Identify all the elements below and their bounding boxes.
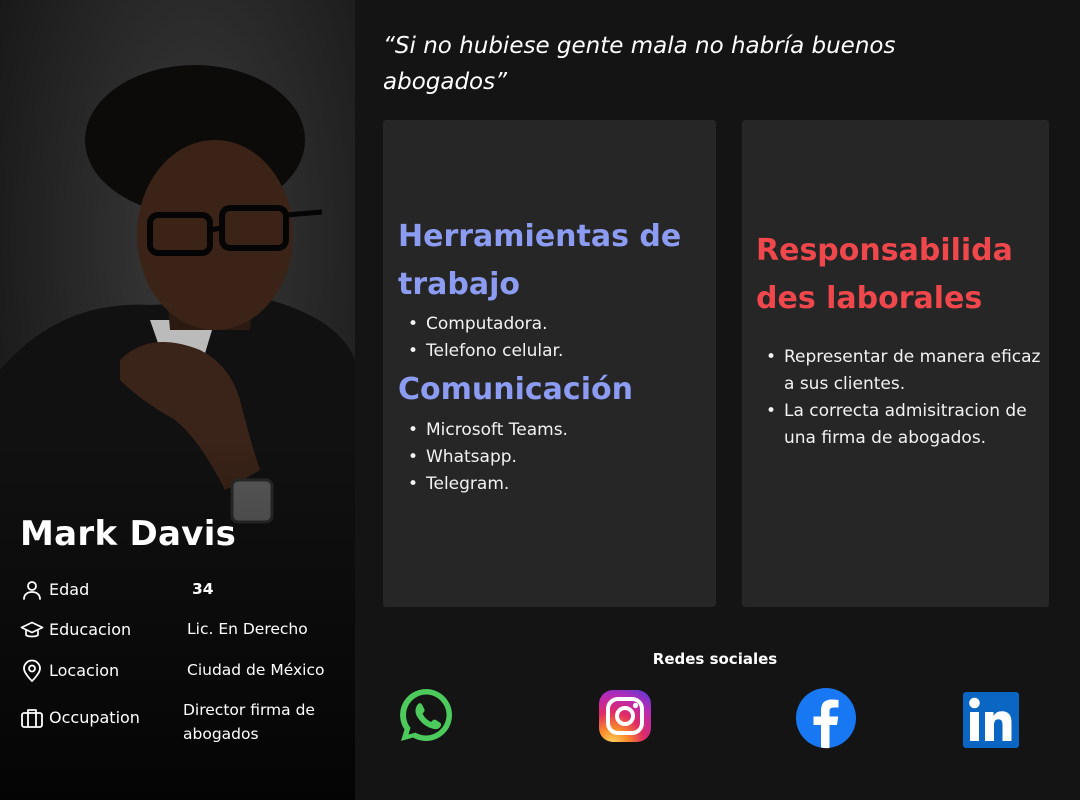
info-occupation-value: Director firma de abogados [183, 701, 315, 743]
profile-panel: Mark Davis Edad 34 Educacion Lic. En Der… [0, 0, 355, 800]
info-education-label: Educacion [49, 620, 132, 639]
responsibilities-heading-line: Responsabilida [756, 233, 1013, 268]
info-education: Educacion Lic. En Derecho [20, 616, 350, 646]
facebook-icon [796, 688, 856, 749]
info-occupation-label: Occupation [49, 708, 140, 727]
list-item: Representar de manera eficaz a sus clien… [757, 344, 1042, 398]
list-item: Microsoft Teams. [399, 417, 568, 444]
facebook-link[interactable] [795, 687, 857, 749]
whatsapp-icon [400, 689, 452, 741]
info-age-value: 34 [192, 580, 214, 598]
list-item: La correcta admisitracion de una firma d… [757, 398, 1042, 452]
communication-list: Microsoft Teams. Whatsapp. Telegram. [399, 417, 568, 498]
responsibilities-card: Responsabilida des laborales Representar… [742, 120, 1049, 607]
info-age-label: Edad [49, 580, 90, 599]
list-item: Computadora. [399, 311, 563, 338]
info-education-value: Lic. En Derecho [187, 620, 308, 638]
info-location: Locacion Ciudad de México [20, 657, 350, 687]
linkedin-link[interactable] [962, 691, 1020, 749]
profile-name: Mark Davis [20, 514, 237, 554]
instagram-link[interactable] [597, 688, 653, 744]
user-icon [23, 581, 41, 600]
list-item: Whatsapp. [399, 444, 568, 471]
graduation-cap-icon [20, 621, 44, 638]
info-location-value: Ciudad de México [187, 661, 325, 679]
responsibilities-heading: Responsabilida des laborales [756, 227, 1046, 323]
responsibilities-heading-line: des laborales [756, 281, 983, 316]
tools-list: Computadora. Telefono celular. [399, 311, 563, 365]
location-pin-icon [23, 659, 41, 683]
linkedin-icon [963, 692, 1019, 748]
whatsapp-link[interactable] [396, 685, 456, 745]
tools-heading: Herramientas de trabajo [398, 219, 682, 302]
tools-card: Herramientas de trabajo Computadora. Tel… [383, 120, 716, 607]
instagram-icon [599, 690, 651, 742]
briefcase-icon [21, 709, 43, 728]
social-title: Redes sociales [652, 650, 778, 668]
info-location-label: Locacion [49, 661, 120, 680]
list-item: Telegram. [399, 471, 568, 498]
communication-heading: Comunicación [398, 372, 633, 407]
responsibilities-list: Representar de manera eficaz a sus clien… [757, 344, 1042, 452]
info-occupation: Occupation Director firma de abogados [20, 700, 350, 750]
profile-quote: “Si no hubiese gente mala no habría buen… [383, 33, 896, 95]
info-age: Edad 34 [20, 576, 350, 606]
list-item: Telefono celular. [399, 338, 563, 365]
